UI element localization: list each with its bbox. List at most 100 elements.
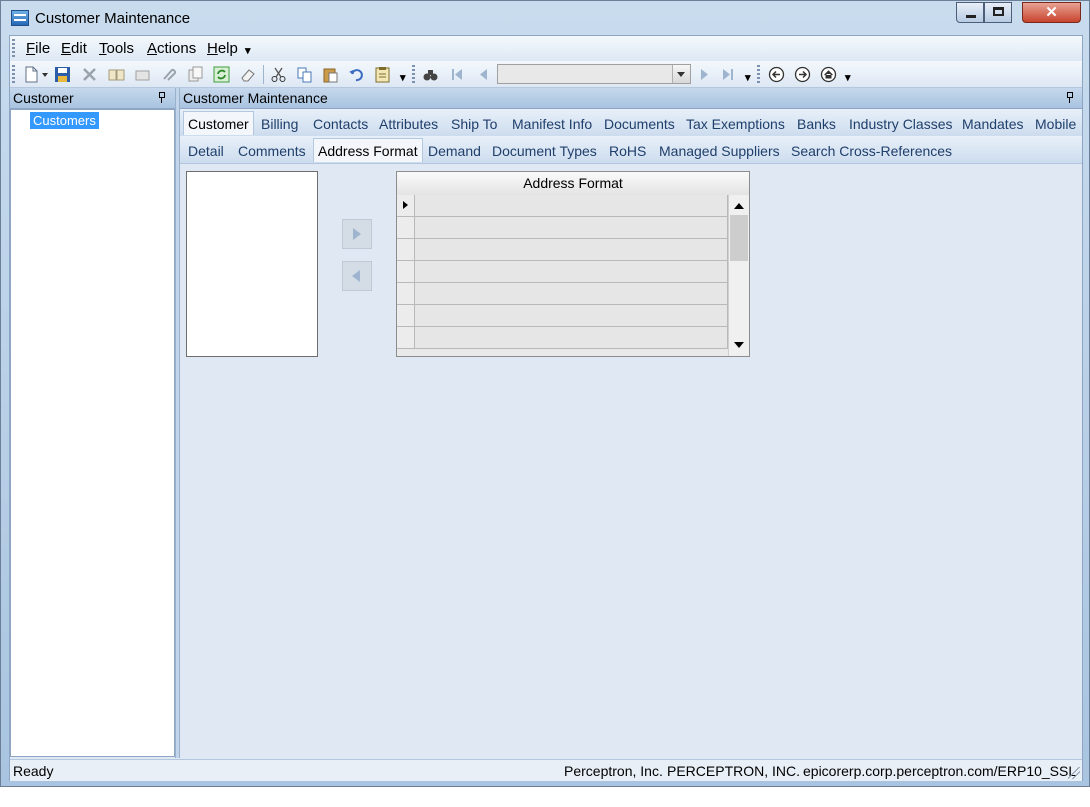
table-cell[interactable] bbox=[415, 217, 728, 238]
row-selector[interactable] bbox=[397, 261, 415, 282]
tab-comments[interactable]: Comments bbox=[238, 143, 306, 159]
tab-tax-exemptions[interactable]: Tax Exemptions bbox=[686, 116, 785, 132]
tab-customer[interactable]: Customer bbox=[183, 111, 254, 135]
table-cell[interactable] bbox=[415, 305, 728, 326]
pin-icon[interactable] bbox=[1066, 92, 1074, 103]
table-row[interactable] bbox=[397, 283, 728, 305]
tab-detail[interactable]: Detail bbox=[188, 143, 224, 159]
tab-banks[interactable]: Banks bbox=[797, 116, 836, 132]
home-icon[interactable] bbox=[820, 66, 837, 83]
menu-edit[interactable]: Edit bbox=[61, 40, 87, 57]
toolbar-grip-3[interactable] bbox=[757, 65, 760, 83]
status-text: Ready bbox=[13, 763, 54, 779]
available-fields-list[interactable] bbox=[186, 171, 318, 357]
clear-icon[interactable] bbox=[134, 66, 151, 83]
nav2-overflow-chevron-icon[interactable]: ▾ bbox=[845, 71, 851, 84]
tab-contacts[interactable]: Contacts bbox=[313, 116, 368, 132]
table-cell[interactable] bbox=[415, 283, 728, 304]
delete-icon[interactable] bbox=[81, 66, 98, 83]
resize-grip-icon[interactable] bbox=[1068, 767, 1080, 779]
close-button[interactable]: ✕ bbox=[1022, 2, 1081, 23]
pin-icon[interactable] bbox=[158, 92, 166, 103]
scroll-up-icon[interactable] bbox=[729, 195, 749, 215]
tree-item-customers[interactable]: Customers bbox=[30, 112, 99, 129]
table-row[interactable] bbox=[397, 239, 728, 261]
tab-rohs[interactable]: RoHS bbox=[609, 143, 646, 159]
toolbar-grip[interactable] bbox=[12, 65, 15, 83]
table-cell[interactable] bbox=[415, 239, 728, 260]
grid-column-header[interactable]: Address Format bbox=[397, 172, 749, 196]
toolbar-overflow-chevron-icon[interactable]: ▾ bbox=[400, 71, 406, 84]
chevron-down-icon[interactable] bbox=[672, 65, 690, 83]
row-selector[interactable] bbox=[397, 305, 415, 326]
right-panel-title: Customer Maintenance bbox=[183, 90, 328, 106]
table-row[interactable] bbox=[397, 327, 728, 349]
prev-icon[interactable] bbox=[476, 66, 493, 83]
paste-icon[interactable] bbox=[322, 66, 339, 83]
forward-icon[interactable] bbox=[794, 66, 811, 83]
nav-overflow-chevron-icon[interactable]: ▾ bbox=[745, 71, 751, 84]
tab-address-format[interactable]: Address Format bbox=[313, 138, 423, 162]
table-row[interactable] bbox=[397, 305, 728, 327]
scroll-down-icon[interactable] bbox=[729, 335, 749, 355]
grid-vertical-scrollbar[interactable] bbox=[728, 195, 749, 356]
menu-actions[interactable]: Actions bbox=[147, 40, 196, 57]
clipboard-icon[interactable] bbox=[374, 66, 391, 83]
record-navigator-combo[interactable] bbox=[497, 64, 691, 84]
tab-mandates[interactable]: Mandates bbox=[962, 116, 1023, 132]
tab-billing[interactable]: Billing bbox=[261, 116, 298, 132]
next-icon[interactable] bbox=[696, 66, 713, 83]
back-icon[interactable] bbox=[768, 66, 785, 83]
row-selector[interactable] bbox=[397, 283, 415, 304]
menu-help[interactable]: Help bbox=[207, 40, 238, 57]
first-icon[interactable] bbox=[449, 66, 466, 83]
table-row[interactable] bbox=[397, 195, 728, 217]
table-cell[interactable] bbox=[415, 261, 728, 282]
table-cell[interactable] bbox=[415, 195, 728, 216]
tab-documents[interactable]: Documents bbox=[604, 116, 675, 132]
undo-icon[interactable] bbox=[348, 66, 365, 83]
remove-field-button[interactable] bbox=[342, 261, 372, 291]
table-row[interactable] bbox=[397, 217, 728, 239]
tab-manifest-info[interactable]: Manifest Info bbox=[512, 116, 592, 132]
eraser-icon[interactable] bbox=[239, 66, 256, 83]
last-icon[interactable] bbox=[720, 66, 737, 83]
title-bar[interactable]: Customer Maintenance ✕ bbox=[1, 1, 1089, 35]
tab-industry-classes[interactable]: Industry Classes bbox=[849, 116, 952, 132]
row-selector[interactable] bbox=[397, 327, 415, 348]
row-selector[interactable] bbox=[397, 239, 415, 260]
tab-document-types[interactable]: Document Types bbox=[492, 143, 597, 159]
row-selector[interactable] bbox=[397, 195, 415, 216]
tab-demand[interactable]: Demand bbox=[428, 143, 481, 159]
menu-tools[interactable]: Tools bbox=[99, 40, 134, 57]
menu-overflow-chevron-icon[interactable]: ▾ bbox=[245, 44, 251, 57]
address-format-grid[interactable]: Address Format bbox=[396, 171, 750, 357]
table-row[interactable] bbox=[397, 261, 728, 283]
tab-managed-suppliers[interactable]: Managed Suppliers bbox=[659, 143, 780, 159]
scroll-thumb[interactable] bbox=[730, 215, 748, 261]
tab-attributes[interactable]: Attributes bbox=[379, 116, 438, 132]
app-icon[interactable] bbox=[11, 10, 29, 26]
cut-icon[interactable] bbox=[270, 66, 287, 83]
minimize-button[interactable] bbox=[956, 2, 984, 23]
new-icon[interactable] bbox=[23, 66, 40, 83]
copy-record-icon[interactable] bbox=[187, 66, 204, 83]
menu-file[interactable]: File bbox=[26, 40, 50, 57]
open-icon[interactable] bbox=[108, 66, 125, 83]
customer-tree[interactable]: Customers bbox=[10, 109, 175, 757]
menubar-grip[interactable] bbox=[12, 39, 15, 58]
refresh-icon[interactable] bbox=[213, 66, 230, 83]
save-icon[interactable] bbox=[54, 66, 71, 83]
table-cell[interactable] bbox=[415, 327, 728, 348]
tab-ship-to[interactable]: Ship To bbox=[451, 116, 497, 132]
add-field-button[interactable] bbox=[342, 219, 372, 249]
copy-icon[interactable] bbox=[296, 66, 313, 83]
maximize-button[interactable] bbox=[984, 2, 1012, 23]
tab-mobile[interactable]: Mobile bbox=[1035, 116, 1076, 132]
attach-icon[interactable] bbox=[160, 66, 177, 83]
tab-search-cross-references[interactable]: Search Cross-References bbox=[791, 143, 952, 159]
toolbar-grip-2[interactable] bbox=[412, 65, 415, 83]
new-dropdown-icon[interactable] bbox=[42, 73, 48, 77]
search-icon[interactable] bbox=[422, 66, 439, 83]
row-selector[interactable] bbox=[397, 217, 415, 238]
